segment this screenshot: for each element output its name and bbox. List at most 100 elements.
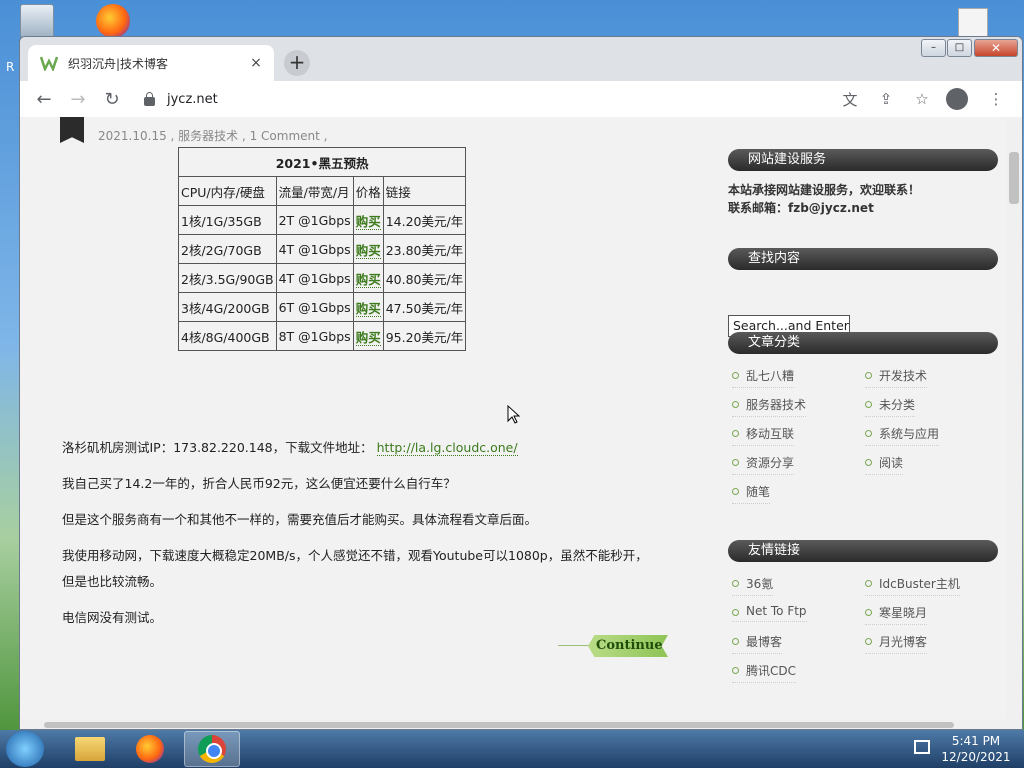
tab-strip: 织羽沉舟|技术博客 × + – □ ✕ <box>20 37 1022 81</box>
friend-link[interactable]: 月光博客 <box>865 633 928 654</box>
system-clock[interactable]: 5:41 PM 12/20/2021 <box>940 733 1012 765</box>
kebab-menu-icon[interactable]: ⋮ <box>982 85 1010 113</box>
paragraph: 电信网没有测试。 <box>62 610 163 625</box>
service-section-title: 网站建设服务 <box>728 149 998 171</box>
table-cell: 2T @1Gbps <box>275 205 354 235</box>
table-row: 4核/8G/400GB 8T @1Gbps 购买 95.20美元/年 <box>178 321 467 351</box>
buy-link[interactable]: 购买 <box>355 213 381 230</box>
back-arrow-icon[interactable]: ← <box>30 85 58 113</box>
table-cell: 6T @1Gbps <box>275 292 354 322</box>
start-button[interactable] <box>6 731 44 767</box>
table-header-cell: 价格 <box>352 176 384 206</box>
chrome-icon <box>198 735 226 763</box>
friend-link[interactable]: 寒星晓月 <box>865 604 928 625</box>
paragraph-text: 洛杉矶机房测试IP：173.82.220.148，下载文件地址： <box>62 440 373 455</box>
paragraph-test-ip: 洛杉矶机房测试IP：173.82.220.148，下载文件地址： http://… <box>62 437 518 456</box>
friend-link[interactable]: IdcBuster主机 <box>865 575 960 596</box>
minimize-button[interactable]: – <box>921 39 946 57</box>
table-cell: 14.20美元/年 <box>382 205 467 235</box>
clock-time: 5:41 PM <box>951 734 1001 748</box>
profile-avatar-icon[interactable] <box>946 88 968 110</box>
table-cell: 3核/4G/200GB <box>178 292 277 322</box>
bookmark-star-icon[interactable]: ☆ <box>908 85 936 113</box>
category-item[interactable]: 随笔 <box>732 483 771 504</box>
friend-link[interactable]: Net To Ftp <box>732 604 807 622</box>
browser-toolbar: ← → ↻ jycz.net 文 ⇪ ☆ ⋮ <box>20 81 1022 117</box>
category-item[interactable]: 系统与应用 <box>865 425 940 446</box>
firefox-icon <box>136 735 164 763</box>
folder-icon <box>75 737 105 761</box>
category-item[interactable]: 资源分享 <box>732 454 795 475</box>
table-cell: 23.80美元/年 <box>382 234 467 264</box>
taskbar-explorer[interactable] <box>62 731 118 767</box>
buy-link[interactable]: 购买 <box>355 300 381 317</box>
browser-window: 织羽沉舟|技术博客 × + – □ ✕ ← → ↻ jycz.net 文 ⇪ ☆… <box>19 36 1023 730</box>
table-header-cell: CPU/内存/硬盘 <box>178 176 277 206</box>
maximize-button[interactable]: □ <box>947 39 972 57</box>
horizontal-scroll-thumb[interactable] <box>44 722 954 728</box>
buy-link[interactable]: 购买 <box>355 242 381 259</box>
browser-tab[interactable]: 织羽沉舟|技术博客 × <box>28 45 274 81</box>
close-tab-icon[interactable]: × <box>248 55 264 71</box>
table-title: 2021•黑五预热 <box>177 147 467 177</box>
clock-date: 12/20/2021 <box>941 750 1011 764</box>
table-row: 2核/3.5G/90GB 4T @1Gbps 购买 40.80美元/年 <box>178 263 467 293</box>
firefox-desktop-icon[interactable] <box>96 4 132 40</box>
site-favicon-icon <box>40 56 58 71</box>
toolbar-actions: 文 ⇪ ☆ ⋮ <box>830 85 1012 113</box>
continue-button[interactable]: Continue <box>588 635 668 657</box>
table-row: 1核/1G/35GB 2T @1Gbps 购买 14.20美元/年 <box>178 205 467 235</box>
network-tray-icon[interactable] <box>914 740 930 754</box>
category-item[interactable]: 开发技术 <box>865 367 928 388</box>
vertical-scrollbar[interactable] <box>1006 117 1022 729</box>
category-item[interactable]: 乱七八糟 <box>732 367 795 388</box>
category-item[interactable]: 移动互联 <box>732 425 795 446</box>
friend-link[interactable]: 36氪 <box>732 575 774 596</box>
category-item[interactable]: 服务器技术 <box>732 396 807 417</box>
table-header-row: CPU/内存/硬盘 流量/带宽/月 价格 链接 <box>178 176 467 206</box>
share-icon[interactable]: ⇪ <box>872 85 900 113</box>
table-cell: 4核/8G/400GB <box>178 321 277 351</box>
taskbar-chrome[interactable] <box>184 731 240 767</box>
table-header-cell: 链接 <box>382 176 467 206</box>
vertical-scroll-thumb[interactable] <box>1009 152 1019 204</box>
table-cell: 2核/3.5G/90GB <box>178 263 277 293</box>
download-link[interactable]: http://la.lg.cloudc.one/ <box>376 440 518 456</box>
pricing-table: 2021•黑五预热 CPU/内存/硬盘 流量/带宽/月 价格 链接 1核/1G/… <box>177 147 467 351</box>
categories-section-title: 文章分类 <box>728 332 998 354</box>
service-line: 本站承接网站建设服务，欢迎联系！ <box>728 183 921 197</box>
table-cell: 4T @1Gbps <box>275 234 354 264</box>
table-cell: 1核/1G/35GB <box>178 205 277 235</box>
web-page: 2021.10.15 , 服务器技术 , 1 Comment , 2021•黑五… <box>20 117 1022 729</box>
friend-link[interactable]: 腾讯CDC <box>732 662 796 683</box>
lock-icon <box>144 91 155 106</box>
tab-title: 织羽沉舟|技术博客 <box>68 56 169 71</box>
table-cell: 8T @1Gbps <box>275 321 354 351</box>
address-bar[interactable]: jycz.net <box>138 85 830 113</box>
service-email: 联系邮箱：fzb@jycz.net <box>728 201 874 215</box>
category-item[interactable]: 阅读 <box>865 454 904 475</box>
table-row: 3核/4G/200GB 6T @1Gbps 购买 47.50美元/年 <box>178 292 467 322</box>
recycle-bin-icon[interactable] <box>20 4 54 38</box>
url-text: jycz.net <box>167 91 218 107</box>
table-cell: 2核/2G/70GB <box>178 234 277 264</box>
horizontal-scrollbar[interactable] <box>20 719 1006 729</box>
translate-icon[interactable]: 文 <box>836 85 864 113</box>
links-section-title: 友情链接 <box>728 540 998 562</box>
reload-icon[interactable]: ↻ <box>98 85 126 113</box>
forward-arrow-icon[interactable]: → <box>64 85 92 113</box>
window-close-button[interactable]: ✕ <box>974 39 1018 57</box>
window-close-wrap: ✕ <box>973 39 1018 57</box>
search-section-title: 查找内容 <box>728 248 998 270</box>
table-cell: 95.20美元/年 <box>382 321 467 351</box>
taskbar-firefox[interactable] <box>122 731 178 767</box>
buy-link[interactable]: 购买 <box>355 329 381 346</box>
buy-link[interactable]: 购买 <box>355 271 381 288</box>
friend-link[interactable]: 最博客 <box>732 633 783 654</box>
table-cell: 4T @1Gbps <box>275 263 354 293</box>
paragraph: 但是这个服务商有一个和其他不一样的，需要充值后才能购买。具体流程看文章后面。 <box>62 512 538 527</box>
window-controls: – □ <box>920 39 972 57</box>
paragraph-continued: 但是也比较流畅。 <box>62 574 163 589</box>
new-tab-button[interactable]: + <box>284 50 310 76</box>
category-item[interactable]: 未分类 <box>865 396 916 417</box>
